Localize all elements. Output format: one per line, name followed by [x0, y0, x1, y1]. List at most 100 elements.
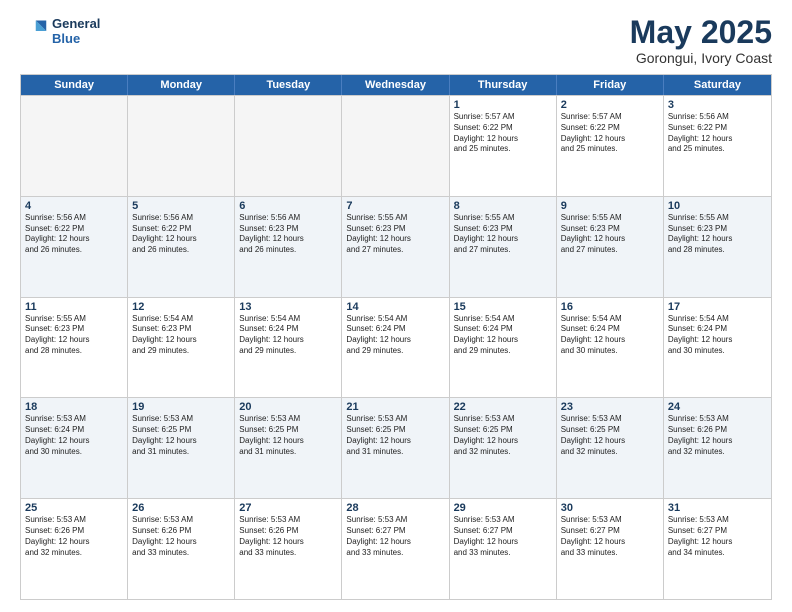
cal-cell-18: 18Sunrise: 5:53 AM Sunset: 6:24 PM Dayli…: [21, 398, 128, 498]
page: General Blue May 2025 Gorongui, Ivory Co…: [0, 0, 792, 612]
cal-cell-3: 3Sunrise: 5:56 AM Sunset: 6:22 PM Daylig…: [664, 96, 771, 196]
day-number: 5: [132, 200, 230, 212]
cell-info: Sunrise: 5:53 AM Sunset: 6:25 PM Dayligh…: [239, 414, 337, 457]
day-number: 4: [25, 200, 123, 212]
calendar-row-4: 18Sunrise: 5:53 AM Sunset: 6:24 PM Dayli…: [21, 397, 771, 498]
cell-info: Sunrise: 5:56 AM Sunset: 6:22 PM Dayligh…: [132, 213, 230, 256]
cell-info: Sunrise: 5:54 AM Sunset: 6:24 PM Dayligh…: [239, 314, 337, 357]
day-number: 25: [25, 502, 123, 514]
cell-info: Sunrise: 5:53 AM Sunset: 6:25 PM Dayligh…: [561, 414, 659, 457]
day-number: 18: [25, 401, 123, 413]
day-number: 10: [668, 200, 767, 212]
header: General Blue May 2025 Gorongui, Ivory Co…: [20, 16, 772, 66]
cell-info: Sunrise: 5:57 AM Sunset: 6:22 PM Dayligh…: [561, 112, 659, 155]
cell-info: Sunrise: 5:53 AM Sunset: 6:27 PM Dayligh…: [454, 515, 552, 558]
calendar-header: SundayMondayTuesdayWednesdayThursdayFrid…: [21, 75, 771, 95]
month-title: May 2025: [630, 16, 772, 48]
cal-cell-15: 15Sunrise: 5:54 AM Sunset: 6:24 PM Dayli…: [450, 298, 557, 398]
calendar-body: 1 Sunrise: 5:57 AM Sunset: 6:22 PM Daylig…: [21, 95, 771, 599]
cell-info: Sunrise: 5:53 AM Sunset: 6:27 PM Dayligh…: [346, 515, 444, 558]
cal-cell-21: 21Sunrise: 5:53 AM Sunset: 6:25 PM Dayli…: [342, 398, 449, 498]
cal-cell-8: 8Sunrise: 5:55 AM Sunset: 6:23 PM Daylig…: [450, 197, 557, 297]
cal-cell-9: 9Sunrise: 5:55 AM Sunset: 6:23 PM Daylig…: [557, 197, 664, 297]
header-day-saturday: Saturday: [664, 75, 771, 95]
calendar-row-3: 11Sunrise: 5:55 AM Sunset: 6:23 PM Dayli…: [21, 297, 771, 398]
day-number: 14: [346, 301, 444, 313]
calendar-row-5: 25Sunrise: 5:53 AM Sunset: 6:26 PM Dayli…: [21, 498, 771, 599]
cal-cell-24: 24Sunrise: 5:53 AM Sunset: 6:26 PM Dayli…: [664, 398, 771, 498]
cal-cell-27: 27Sunrise: 5:53 AM Sunset: 6:26 PM Dayli…: [235, 499, 342, 599]
day-number: 12: [132, 301, 230, 313]
day-number: 27: [239, 502, 337, 514]
subtitle: Gorongui, Ivory Coast: [630, 50, 772, 66]
cal-cell-2: 2Sunrise: 5:57 AM Sunset: 6:22 PM Daylig…: [557, 96, 664, 196]
cell-info: Sunrise: 5:53 AM Sunset: 6:24 PM Dayligh…: [25, 414, 123, 457]
cal-cell-empty-0-2: [235, 96, 342, 196]
cell-info: Sunrise: 5:54 AM Sunset: 6:24 PM Dayligh…: [346, 314, 444, 357]
day-number: 29: [454, 502, 552, 514]
cal-cell-19: 19Sunrise: 5:53 AM Sunset: 6:25 PM Dayli…: [128, 398, 235, 498]
cell-info: Sunrise: 5:53 AM Sunset: 6:25 PM Dayligh…: [454, 414, 552, 457]
cell-info: Sunrise: 5:53 AM Sunset: 6:25 PM Dayligh…: [132, 414, 230, 457]
cal-cell-1: 1Sunrise: 5:57 AM Sunset: 6:22 PM Daylig…: [450, 96, 557, 196]
cell-info: Sunrise: 5:53 AM Sunset: 6:26 PM Dayligh…: [25, 515, 123, 558]
cal-cell-10: 10Sunrise: 5:55 AM Sunset: 6:23 PM Dayli…: [664, 197, 771, 297]
cal-cell-empty-0-0: [21, 96, 128, 196]
cell-info: Sunrise: 5:53 AM Sunset: 6:26 PM Dayligh…: [132, 515, 230, 558]
cell-info: Sunrise: 5:56 AM Sunset: 6:22 PM Dayligh…: [25, 213, 123, 256]
cal-cell-empty-0-3: [342, 96, 449, 196]
day-number: 8: [454, 200, 552, 212]
cell-info: Sunrise: 5:53 AM Sunset: 6:27 PM Dayligh…: [668, 515, 767, 558]
cal-cell-29: 29Sunrise: 5:53 AM Sunset: 6:27 PM Dayli…: [450, 499, 557, 599]
cell-info: Sunrise: 5:54 AM Sunset: 6:24 PM Dayligh…: [668, 314, 767, 357]
header-day-wednesday: Wednesday: [342, 75, 449, 95]
day-number: 3: [668, 99, 767, 111]
cell-info: Sunrise: 5:53 AM Sunset: 6:26 PM Dayligh…: [239, 515, 337, 558]
day-number: 31: [668, 502, 767, 514]
cal-cell-13: 13Sunrise: 5:54 AM Sunset: 6:24 PM Dayli…: [235, 298, 342, 398]
cell-info: Sunrise: 5:54 AM Sunset: 6:23 PM Dayligh…: [132, 314, 230, 357]
cal-cell-7: 7Sunrise: 5:55 AM Sunset: 6:23 PM Daylig…: [342, 197, 449, 297]
cell-info: Sunrise: 5:55 AM Sunset: 6:23 PM Dayligh…: [25, 314, 123, 357]
day-number: 26: [132, 502, 230, 514]
cell-info: Sunrise: 5:56 AM Sunset: 6:22 PM Dayligh…: [668, 112, 767, 155]
day-number: 9: [561, 200, 659, 212]
cell-info: Sunrise: 5:54 AM Sunset: 6:24 PM Dayligh…: [561, 314, 659, 357]
day-number: 22: [454, 401, 552, 413]
day-number: 24: [668, 401, 767, 413]
logo-text: General Blue: [52, 16, 100, 46]
day-number: 15: [454, 301, 552, 313]
cell-info: Sunrise: 5:55 AM Sunset: 6:23 PM Dayligh…: [668, 213, 767, 256]
header-day-tuesday: Tuesday: [235, 75, 342, 95]
cal-cell-11: 11Sunrise: 5:55 AM Sunset: 6:23 PM Dayli…: [21, 298, 128, 398]
header-day-monday: Monday: [128, 75, 235, 95]
day-number: 11: [25, 301, 123, 313]
cell-info: Sunrise: 5:53 AM Sunset: 6:27 PM Dayligh…: [561, 515, 659, 558]
cell-info: Sunrise: 5:53 AM Sunset: 6:26 PM Dayligh…: [668, 414, 767, 457]
cell-info: Sunrise: 5:56 AM Sunset: 6:23 PM Dayligh…: [239, 213, 337, 256]
day-number: 16: [561, 301, 659, 313]
cell-info: Sunrise: 5:53 AM Sunset: 6:25 PM Dayligh…: [346, 414, 444, 457]
cal-cell-31: 31Sunrise: 5:53 AM Sunset: 6:27 PM Dayli…: [664, 499, 771, 599]
cal-cell-25: 25Sunrise: 5:53 AM Sunset: 6:26 PM Dayli…: [21, 499, 128, 599]
cal-cell-empty-0-1: [128, 96, 235, 196]
logo: General Blue: [20, 16, 100, 46]
cal-cell-4: 4Sunrise: 5:56 AM Sunset: 6:22 PM Daylig…: [21, 197, 128, 297]
cal-cell-14: 14Sunrise: 5:54 AM Sunset: 6:24 PM Dayli…: [342, 298, 449, 398]
day-number: 19: [132, 401, 230, 413]
day-number: 2: [561, 99, 659, 111]
day-number: 20: [239, 401, 337, 413]
day-number: 23: [561, 401, 659, 413]
cal-cell-28: 28Sunrise: 5:53 AM Sunset: 6:27 PM Dayli…: [342, 499, 449, 599]
cal-cell-6: 6Sunrise: 5:56 AM Sunset: 6:23 PM Daylig…: [235, 197, 342, 297]
cell-info: Sunrise: 5:54 AM Sunset: 6:24 PM Dayligh…: [454, 314, 552, 357]
day-number: 7: [346, 200, 444, 212]
calendar-row-2: 4Sunrise: 5:56 AM Sunset: 6:22 PM Daylig…: [21, 196, 771, 297]
calendar-row-1: 1 Sunrise: 5:57 AM Sunset: 6:22 PM Daylig…: [21, 95, 771, 196]
header-day-friday: Friday: [557, 75, 664, 95]
cal-cell-22: 22Sunrise: 5:53 AM Sunset: 6:25 PM Dayli…: [450, 398, 557, 498]
day-number: 1: [454, 99, 552, 111]
cal-cell-26: 26Sunrise: 5:53 AM Sunset: 6:26 PM Dayli…: [128, 499, 235, 599]
cal-cell-5: 5Sunrise: 5:56 AM Sunset: 6:22 PM Daylig…: [128, 197, 235, 297]
cal-cell-17: 17Sunrise: 5:54 AM Sunset: 6:24 PM Dayli…: [664, 298, 771, 398]
